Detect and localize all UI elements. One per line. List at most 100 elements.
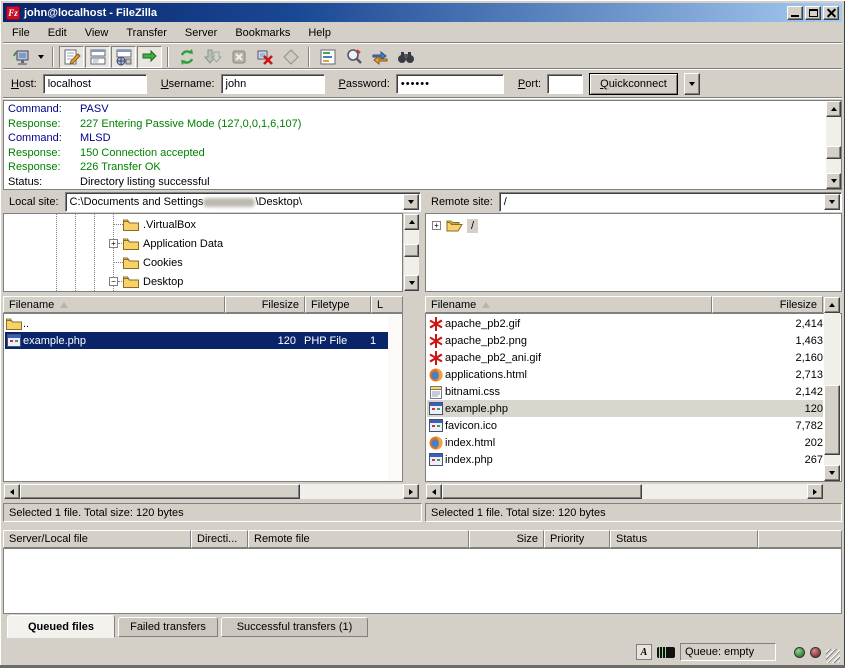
message-log[interactable]: Command:PASV Response:227 Entering Passi… bbox=[3, 100, 842, 190]
menu-bookmarks[interactable]: Bookmarks bbox=[226, 25, 299, 41]
scrollbar-right-button[interactable] bbox=[403, 484, 419, 499]
file-row[interactable]: index.php 267 bbox=[427, 451, 823, 468]
column-header-server-local-file[interactable]: Server/Local file bbox=[3, 530, 191, 548]
scrollbar-down-button[interactable] bbox=[824, 465, 840, 481]
menu-help[interactable]: Help bbox=[299, 25, 340, 41]
tree-expander[interactable]: + bbox=[109, 239, 118, 248]
menu-transfer[interactable]: Transfer bbox=[117, 25, 176, 41]
file-row[interactable]: favicon.ico 7,782 bbox=[427, 417, 823, 434]
password-input[interactable]: •••••• bbox=[396, 74, 504, 94]
transfer-type-indicator-icon[interactable]: A bbox=[636, 644, 652, 660]
column-header-empty[interactable] bbox=[758, 530, 842, 548]
speed-limit-indicator-icon[interactable] bbox=[657, 647, 675, 658]
title-bar[interactable]: Fz john@localhost - FileZilla bbox=[3, 3, 842, 22]
maximize-button[interactable] bbox=[805, 6, 821, 20]
refresh-button[interactable] bbox=[174, 46, 199, 68]
toggle-remote-tree-button[interactable] bbox=[111, 46, 136, 68]
file-row[interactable]: bitnami.css 2,142 bbox=[427, 383, 823, 400]
remote-site-combo[interactable]: / bbox=[499, 192, 842, 212]
scrollbar-left-button[interactable] bbox=[426, 484, 442, 499]
remote-directory-tree[interactable]: + / bbox=[425, 213, 842, 292]
synchronized-browsing-button[interactable] bbox=[367, 46, 392, 68]
port-input[interactable] bbox=[547, 74, 583, 94]
scrollbar-thumb[interactable] bbox=[404, 244, 419, 257]
scrollbar-thumb[interactable] bbox=[20, 484, 300, 499]
tree-item-desktop[interactable]: Desktop bbox=[123, 273, 183, 290]
transfer-queue-list[interactable] bbox=[3, 548, 842, 614]
file-row-selected[interactable]: example.php 120 bbox=[427, 400, 823, 417]
scrollbar-thumb[interactable] bbox=[826, 146, 841, 159]
directory-listing-filters-button[interactable] bbox=[315, 46, 340, 68]
local-site-combo[interactable]: C:\Documents and Settings\Desktop\ bbox=[65, 192, 421, 212]
scrollbar-up-button[interactable] bbox=[404, 214, 419, 230]
file-row[interactable]: index.html 202 bbox=[427, 434, 823, 451]
quickconnect-button[interactable]: Quickconnect bbox=[589, 73, 678, 95]
scrollbar-thumb[interactable] bbox=[824, 385, 840, 455]
scrollbar-track[interactable] bbox=[826, 117, 841, 173]
tree-item-root[interactable]: / bbox=[446, 217, 478, 234]
compare-directories-button[interactable] bbox=[341, 46, 366, 68]
process-queue-button[interactable] bbox=[200, 46, 225, 68]
scrollbar-right-button[interactable] bbox=[807, 484, 823, 499]
username-input[interactable]: john bbox=[221, 74, 325, 94]
menu-view[interactable]: View bbox=[76, 25, 118, 41]
tab-queued-files[interactable]: Queued files bbox=[7, 615, 115, 638]
file-row-updir[interactable]: .. bbox=[5, 315, 401, 332]
column-header-filesize[interactable]: Filesize bbox=[225, 296, 305, 313]
toggle-message-log-button[interactable] bbox=[59, 46, 84, 68]
toggle-transfer-queue-button[interactable] bbox=[137, 46, 162, 68]
scrollbar-up-button[interactable] bbox=[824, 297, 840, 313]
resize-grip[interactable] bbox=[826, 649, 840, 663]
tree-item-application-data[interactable]: Application Data bbox=[123, 235, 223, 252]
menu-server[interactable]: Server bbox=[176, 25, 226, 41]
file-row[interactable]: applications.html 2,713 bbox=[427, 366, 823, 383]
local-directory-tree[interactable]: .VirtualBox + Application Data Cookies −… bbox=[3, 213, 403, 292]
tab-failed-transfers[interactable]: Failed transfers bbox=[118, 617, 218, 637]
column-header-size[interactable]: Size bbox=[469, 530, 544, 548]
toolbar-separator bbox=[308, 47, 310, 67]
remote-file-list[interactable]: apache_pb2.gif 2,414 apache_pb2.png 1,46… bbox=[425, 313, 842, 482]
combo-dropdown-button[interactable] bbox=[824, 194, 840, 210]
scrollbar-left-button[interactable] bbox=[4, 484, 20, 499]
minimize-button[interactable] bbox=[787, 6, 803, 20]
column-header-direction[interactable]: Directi... bbox=[191, 530, 248, 548]
tree-expander[interactable]: + bbox=[432, 221, 441, 230]
find-files-button[interactable] bbox=[393, 46, 418, 68]
combo-dropdown-button[interactable] bbox=[403, 194, 419, 210]
scrollbar-up-button[interactable] bbox=[826, 101, 841, 117]
disconnect-button[interactable] bbox=[252, 46, 277, 68]
tree-item-virtualbox[interactable]: .VirtualBox bbox=[123, 216, 196, 233]
column-header-filesize[interactable]: Filesize bbox=[712, 296, 823, 313]
file-row[interactable]: apache_pb2.png 1,463 bbox=[427, 332, 823, 349]
column-header-last-modified[interactable]: L bbox=[371, 296, 403, 313]
column-header-remote-file[interactable]: Remote file bbox=[248, 530, 469, 548]
site-manager-button[interactable] bbox=[8, 46, 33, 68]
filezilla-logo-icon: Fz bbox=[6, 6, 20, 20]
column-header-status[interactable]: Status bbox=[610, 530, 758, 548]
tab-successful-transfers[interactable]: Successful transfers (1) bbox=[221, 617, 368, 637]
scrollbar-track[interactable] bbox=[388, 315, 401, 482]
file-row[interactable]: apache_pb2_ani.gif 2,160 bbox=[427, 349, 823, 366]
scrollbar-down-button[interactable] bbox=[404, 275, 419, 291]
column-header-filename[interactable]: Filename bbox=[425, 296, 712, 313]
tree-item-cookies[interactable]: Cookies bbox=[123, 254, 183, 271]
file-row[interactable]: apache_pb2.gif 2,414 bbox=[427, 315, 823, 332]
toggle-local-tree-button[interactable] bbox=[85, 46, 110, 68]
scrollbar-thumb[interactable] bbox=[442, 484, 642, 499]
menu-edit[interactable]: Edit bbox=[39, 25, 76, 41]
reconnect-button[interactable] bbox=[278, 46, 303, 68]
file-row-selected[interactable]: example.php 120 PHP File 1 bbox=[5, 332, 388, 349]
scrollbar-down-button[interactable] bbox=[826, 173, 841, 189]
site-manager-dropdown[interactable] bbox=[34, 46, 47, 68]
cancel-operation-button[interactable] bbox=[226, 46, 251, 68]
close-button[interactable] bbox=[823, 6, 839, 20]
quickconnect-dropdown[interactable] bbox=[684, 73, 700, 95]
log-label: Command: bbox=[8, 131, 80, 146]
column-header-priority[interactable]: Priority bbox=[544, 530, 610, 548]
local-file-list[interactable]: .. example.php 120 PHP File 1 bbox=[3, 313, 403, 482]
column-header-filetype[interactable]: Filetype bbox=[305, 296, 371, 313]
tree-expander[interactable]: − bbox=[109, 277, 118, 286]
host-input[interactable]: localhost bbox=[43, 74, 147, 94]
menu-file[interactable]: File bbox=[3, 25, 39, 41]
column-header-filename[interactable]: Filename bbox=[3, 296, 225, 313]
